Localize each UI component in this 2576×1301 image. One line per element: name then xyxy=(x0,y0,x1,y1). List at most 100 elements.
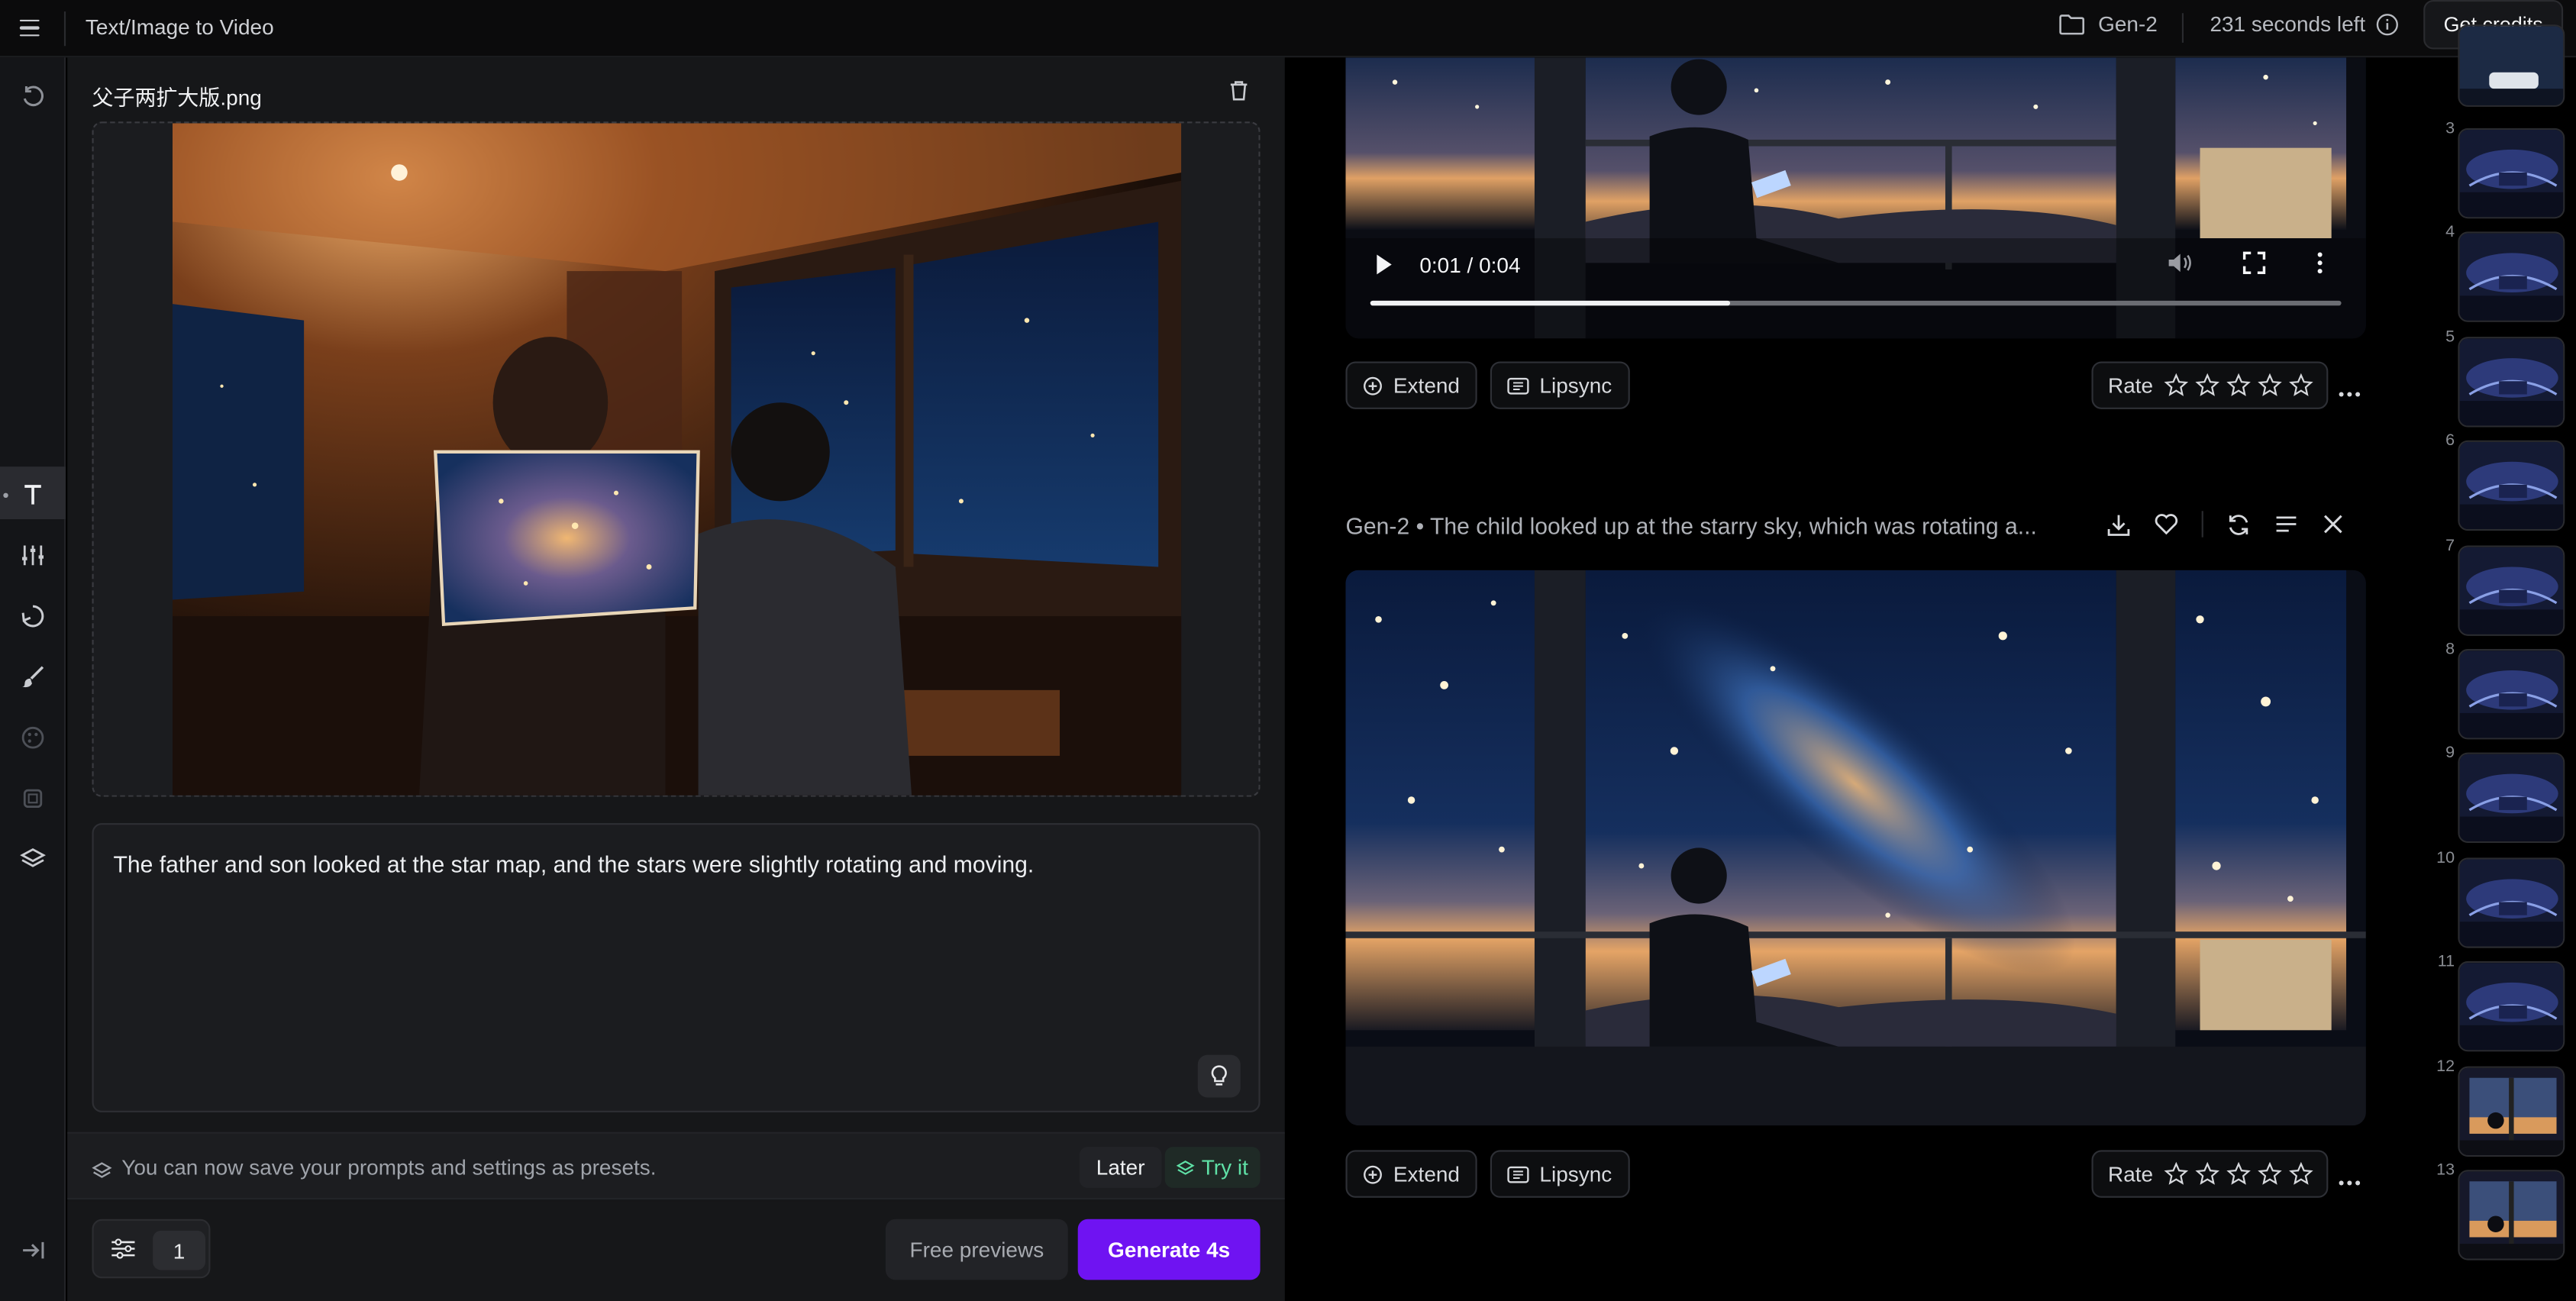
prompt-textarea[interactable]: The father and son looked at the star ma… xyxy=(92,823,1261,1112)
thumbnail[interactable] xyxy=(2458,649,2565,740)
collapse-panel-icon[interactable] xyxy=(13,1231,53,1270)
app-title: Text/Image to Video xyxy=(85,15,274,40)
top-bar: Text/Image to Video Gen-2 231 seconds le… xyxy=(0,0,2576,58)
camera-motion-icon[interactable] xyxy=(13,596,53,636)
star-icon[interactable] xyxy=(2290,1161,2314,1186)
thumbnail-number: 8 xyxy=(2445,641,2455,659)
later-button[interactable]: Later xyxy=(1079,1147,1162,1188)
thumbnail[interactable] xyxy=(2458,232,2565,323)
thumbnail[interactable] xyxy=(2458,128,2565,219)
thumbnail[interactable] xyxy=(2458,336,2565,428)
play-icon[interactable] xyxy=(1374,253,1393,284)
close-icon[interactable] xyxy=(2322,512,2345,535)
project-folder[interactable]: Gen-2 xyxy=(2058,11,2158,37)
generation-count[interactable]: 1 xyxy=(153,1230,205,1270)
rate-label: Rate xyxy=(2108,1161,2154,1186)
refresh-icon[interactable] xyxy=(2226,512,2251,536)
thumbnail[interactable] xyxy=(2458,857,2565,948)
rate-widget: Rate xyxy=(2091,1150,2329,1198)
divider xyxy=(63,11,66,47)
fullscreen-icon[interactable] xyxy=(2242,251,2266,282)
volume-icon[interactable] xyxy=(2167,251,2193,282)
star-icon[interactable] xyxy=(2227,373,2252,398)
thumbnail[interactable] xyxy=(2458,961,2565,1052)
star-icon[interactable] xyxy=(2164,373,2190,398)
brush-icon[interactable] xyxy=(13,657,53,697)
star-icon[interactable] xyxy=(2227,1161,2252,1186)
image-drop-zone[interactable] xyxy=(92,121,1261,797)
prompt-text: The father and son looked at the star ma… xyxy=(113,851,1035,878)
thumbnail-number: 9 xyxy=(2445,744,2455,763)
extend-button[interactable]: Extend xyxy=(1345,361,1478,409)
divider xyxy=(2181,13,2184,43)
sliders-icon[interactable] xyxy=(13,536,53,576)
tool-rail xyxy=(0,57,66,1301)
project-name: Gen-2 xyxy=(2098,11,2158,37)
settings-group: 1 xyxy=(92,1219,211,1279)
thumbnail-number: 10 xyxy=(2436,849,2455,867)
thumbnail[interactable] xyxy=(2458,24,2565,107)
generate-button[interactable]: Generate 4s xyxy=(1077,1219,1261,1280)
trash-icon[interactable] xyxy=(1228,79,1251,110)
lipsync-button[interactable]: Lipsync xyxy=(1490,1150,1630,1198)
thumbnail[interactable] xyxy=(2458,753,2565,844)
results-panel: 0:01 / 0:04 Extend Lipsync Rate Gen-2 • … xyxy=(1284,57,2436,1301)
thumbnail-strip: 3 4 5 6 7 8 9 10 11 12 13 xyxy=(2435,24,2576,1301)
thumbnail-number: 3 xyxy=(2445,120,2455,138)
try-it-button[interactable]: Try it xyxy=(1164,1147,1261,1188)
text-tool-icon[interactable] xyxy=(13,475,53,515)
menu-icon[interactable] xyxy=(13,13,46,43)
text-lines-icon[interactable] xyxy=(2274,515,2298,534)
star-icon[interactable] xyxy=(2164,1161,2190,1186)
video-preview[interactable] xyxy=(1345,570,2366,1126)
generation-title: Gen-2 • The child looked up at the starr… xyxy=(1345,512,2037,539)
lipsync-icon xyxy=(1507,1165,1529,1183)
star-icon[interactable] xyxy=(2290,373,2314,398)
presets-notice-bar: You can now save your prompts and settin… xyxy=(67,1132,1285,1199)
palette-icon xyxy=(13,718,53,757)
thumbnail[interactable] xyxy=(2458,1170,2565,1261)
more-horizontal-icon[interactable] xyxy=(2338,1165,2361,1195)
thumbnail[interactable] xyxy=(2458,544,2565,635)
star-icon[interactable] xyxy=(2196,1161,2221,1186)
frame-icon xyxy=(13,779,53,818)
extend-label: Extend xyxy=(1393,373,1461,398)
divider xyxy=(2201,511,2203,538)
generate-bar: 1 Free previews Generate 4s xyxy=(67,1201,1285,1301)
star-icon[interactable] xyxy=(2196,373,2221,398)
rail-active-dot xyxy=(3,492,8,499)
video-player[interactable]: 0:01 / 0:04 xyxy=(1345,57,2366,339)
thumbnail[interactable] xyxy=(2458,441,2565,531)
more-vertical-icon[interactable] xyxy=(2315,251,2325,282)
lipsync-button[interactable]: Lipsync xyxy=(1490,361,1630,409)
lipsync-label: Lipsync xyxy=(1539,373,1612,398)
app: Text/Image to Video Gen-2 231 seconds le… xyxy=(0,0,2576,1301)
heart-icon[interactable] xyxy=(2154,512,2178,535)
download-icon[interactable] xyxy=(2106,512,2131,536)
seconds-left: 231 seconds left xyxy=(2210,11,2398,36)
lipsync-icon xyxy=(1507,376,1529,394)
star-icon[interactable] xyxy=(2258,1161,2283,1186)
editor-panel: 父子两扩大版.png The father and son looked at … xyxy=(67,57,1285,1301)
free-previews-button[interactable]: Free previews xyxy=(885,1219,1068,1280)
seek-bar[interactable] xyxy=(1370,300,2342,306)
extend-button[interactable]: Extend xyxy=(1345,1150,1478,1198)
folder-icon xyxy=(2059,14,2085,34)
info-icon[interactable] xyxy=(2375,12,2398,35)
undo-icon[interactable] xyxy=(13,77,53,117)
layers-icon[interactable] xyxy=(13,840,53,880)
layers-icon xyxy=(1177,1159,1196,1174)
extend-label: Extend xyxy=(1393,1161,1461,1186)
lightbulb-icon[interactable] xyxy=(1197,1054,1241,1098)
rate-widget: Rate xyxy=(2091,361,2329,409)
more-horizontal-icon[interactable] xyxy=(2338,376,2361,406)
thumbnail[interactable] xyxy=(2458,1065,2565,1157)
layers-icon xyxy=(92,1158,112,1188)
lipsync-label: Lipsync xyxy=(1539,1161,1612,1186)
star-icon[interactable] xyxy=(2258,373,2283,398)
presets-notice-text: You can now save your prompts and settin… xyxy=(121,1154,657,1180)
video-controls: 0:01 / 0:04 xyxy=(1345,238,2365,338)
thumbnail-number: 4 xyxy=(2445,224,2455,243)
seek-progress xyxy=(1370,300,1730,306)
settings-sliders-icon[interactable] xyxy=(110,1237,136,1268)
